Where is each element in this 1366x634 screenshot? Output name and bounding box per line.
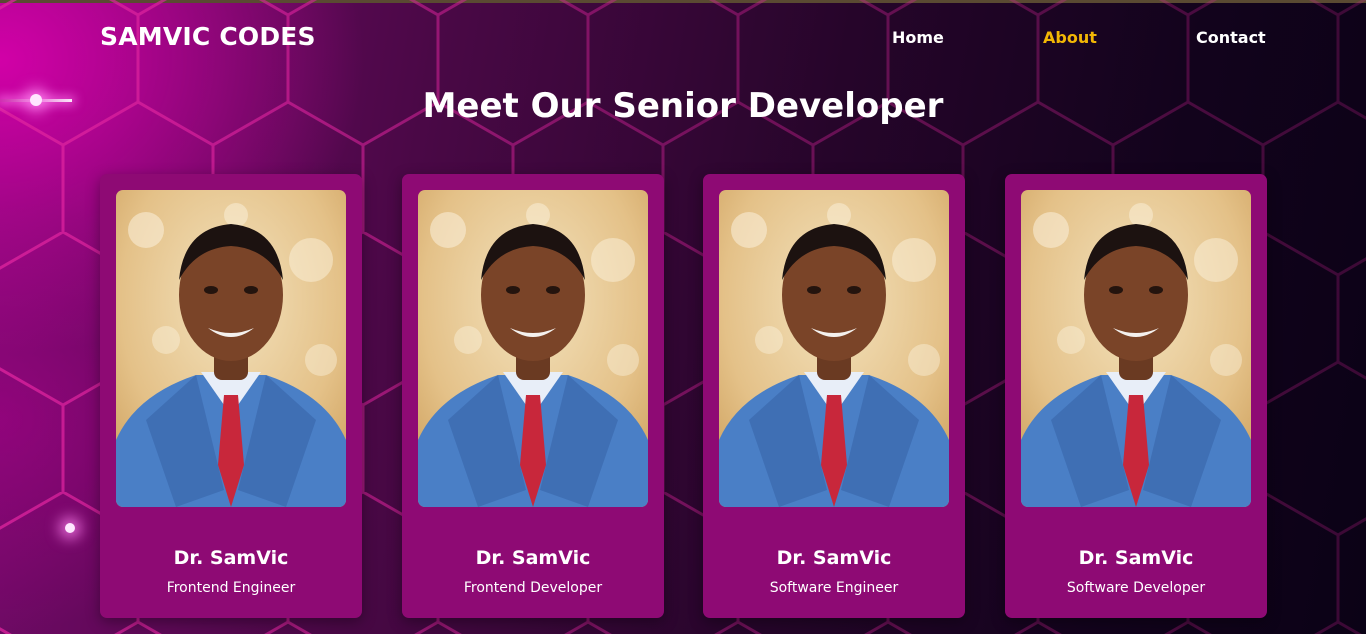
nav-link-about[interactable]: About [1043,28,1097,47]
page-title: Meet Our Senior Developer [422,86,944,126]
developer-role: Frontend Engineer [166,580,296,596]
developer-name: Dr. SamVic [173,547,289,569]
glow-light-dot [65,523,75,533]
site-header: SAMVIC CODES Home About Contact [0,0,1366,76]
developer-name: Dr. SamVic [1078,547,1194,569]
nav-link-contact[interactable]: Contact [1196,28,1266,47]
developer-role: Software Developer [1066,580,1206,596]
developer-role: Frontend Developer [463,580,603,596]
developer-photo [1021,190,1251,507]
site-logo[interactable]: SAMVIC CODES [100,22,316,51]
developer-name: Dr. SamVic [776,547,892,569]
developer-card: Dr. SamVic Frontend Developer [402,174,664,618]
developer-photo [116,190,346,507]
developer-card: Dr. SamVic Software Developer [1005,174,1267,618]
developer-card: Dr. SamVic Software Engineer [703,174,965,618]
developer-card: Dr. SamVic Frontend Engineer [100,174,362,618]
nav-link-home[interactable]: Home [892,28,944,47]
developer-name: Dr. SamVic [475,547,591,569]
developer-photo [719,190,949,507]
developer-photo [418,190,648,507]
developer-role: Software Engineer [769,580,899,596]
